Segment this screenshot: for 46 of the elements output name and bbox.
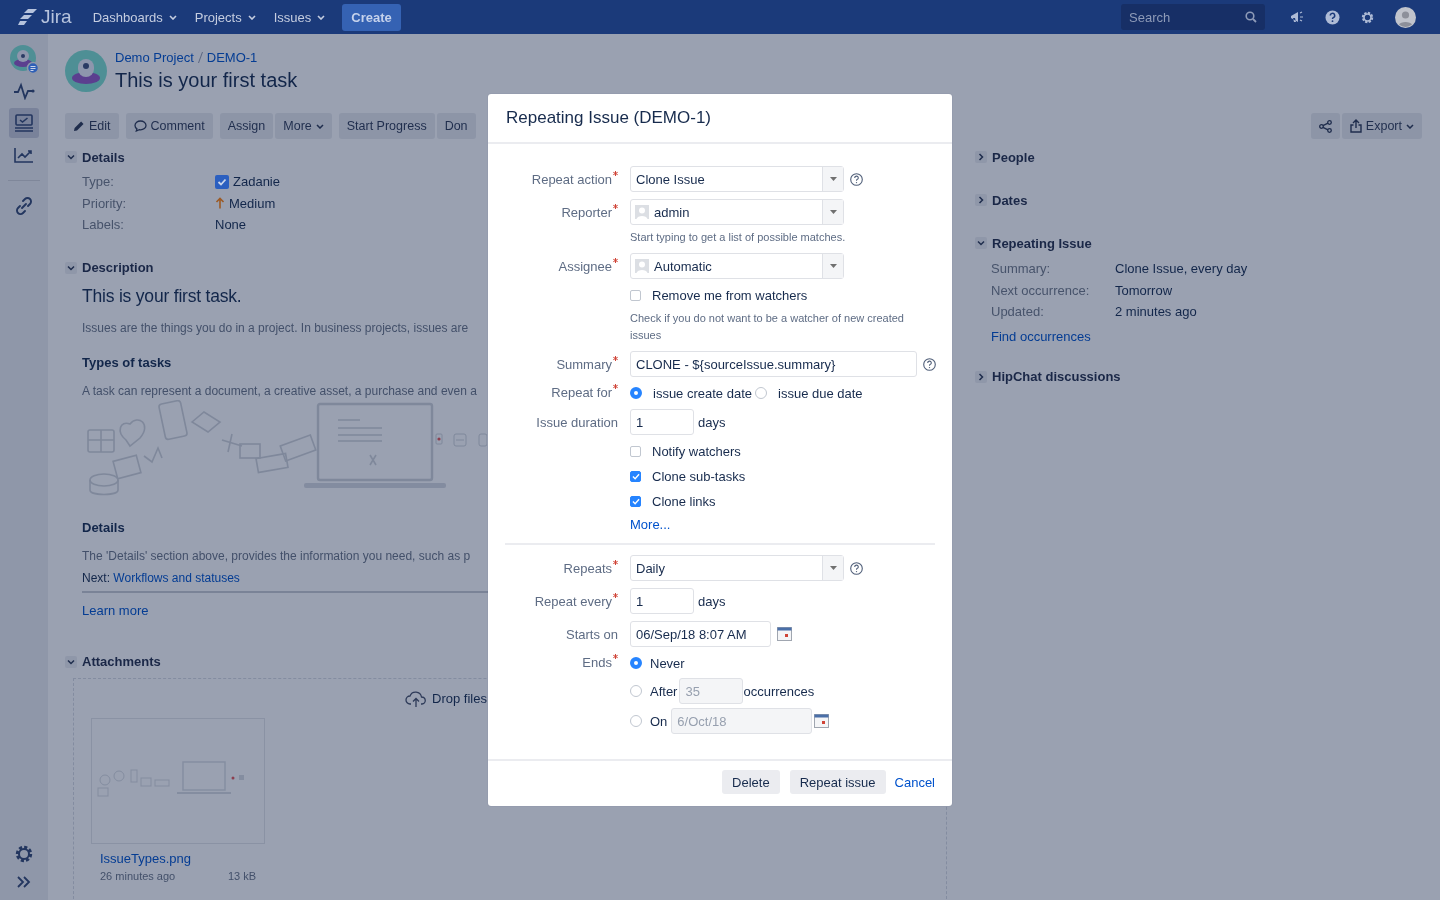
field-label: Summary [556,357,612,372]
section-title: Repeating Issue [992,235,1092,251]
section-title: Dates [992,192,1028,208]
description-paragraph: The 'Details' section above, provides the information you need, such as p [82,548,471,563]
dialog-title: Repeating Issue (DEMO-1) [506,108,712,128]
unit-label: occurrences [743,683,815,699]
field-value: Medium [229,195,276,211]
description-subheading: Details [82,519,125,535]
field-label: Repeat for [551,385,612,400]
field-label: Next occurrence: [991,282,1091,298]
field-label: Priority: [82,195,128,211]
unit-label: days [698,414,726,430]
drop-files-label: Drop files [432,691,487,706]
field-hint: Check if you do not want to be a watcher of new created issues [630,311,905,343]
field-label: Repeat every [534,594,612,609]
field-value: None [215,217,247,233]
field-label: Reporter [561,205,612,220]
field-value: Zadanie [233,174,280,190]
field-label: Summary: [991,261,1052,277]
section-title: People [992,149,1035,165]
field-label: Issue duration [536,415,618,430]
file-age: 26 minutes ago [100,869,177,882]
description-heading: This is your first task. [82,285,242,307]
unit-label: days [698,593,726,609]
section-title: Details [82,149,125,165]
field-label: Type: [82,174,115,190]
field-label: Ends [582,655,612,670]
field-value: 2 minutes ago [1115,304,1197,320]
field-label: Repeat action [531,172,612,187]
next-label: Next: [82,570,110,585]
description-paragraph: A task can represent a document, a creative asset, a purchase and even a [82,383,477,398]
field-label: Repeats [563,561,612,576]
issue-title: This is your first task [115,69,298,92]
field-value: Tomorrow [1115,282,1173,298]
field-label: Assignee [558,259,612,274]
section-title: HipChat discussions [992,369,1121,384]
field-label: Labels: [82,217,125,233]
description-subheading: Types of tasks [82,354,172,370]
file-size: 13 kB [228,869,257,882]
field-label: Updated: [991,304,1045,320]
field-label: Starts on [565,627,618,642]
section-title: Attachments [82,654,161,669]
field-value: Clone Issue, every day [1115,261,1248,277]
description-paragraph: Issues are the things you do in a project. In business projects, issues are [82,320,469,335]
section-title: Description [82,260,154,275]
field-hint: Start typing to get a list of possible matches. [630,230,847,245]
